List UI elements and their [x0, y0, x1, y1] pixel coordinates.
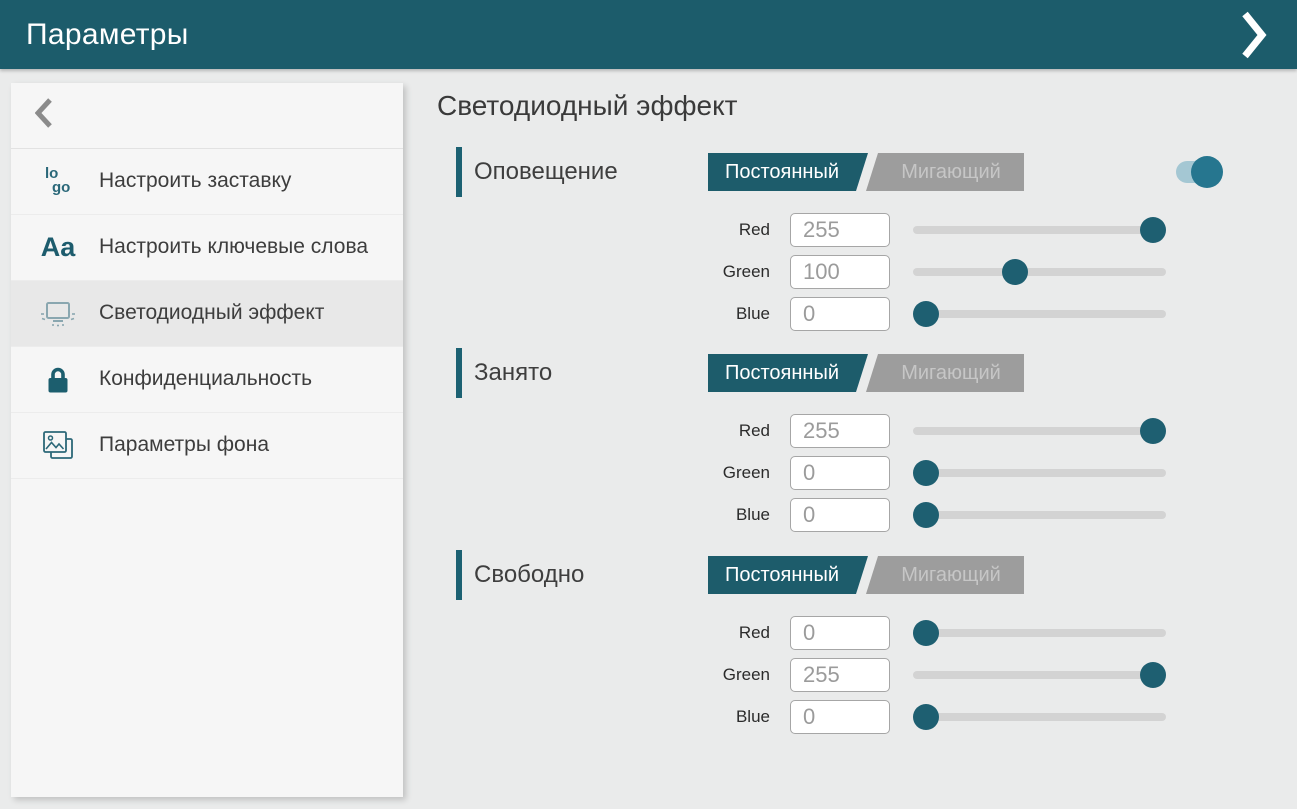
green-value-input[interactable] — [790, 456, 890, 490]
slider-track[interactable] — [913, 310, 1166, 318]
slider-track[interactable] — [913, 469, 1166, 477]
led-effect-icon — [35, 300, 81, 328]
green-slider[interactable] — [913, 255, 1166, 289]
color-row-blue: Blue — [437, 498, 1297, 532]
sidebar-collapse-button[interactable] — [11, 83, 403, 149]
app-title: Параметры — [26, 18, 189, 52]
sidebar-item-screensaver[interactable]: lo go Настроить заставку — [11, 149, 403, 215]
slider-track[interactable] — [913, 713, 1166, 721]
color-label: Red — [437, 220, 790, 240]
slider-thumb[interactable] — [1140, 217, 1166, 243]
led-effect-panel: Светодиодный эффект Оповещение Постоянны… — [437, 90, 1297, 809]
color-label: Red — [437, 421, 790, 441]
slider-track[interactable] — [913, 671, 1166, 679]
red-value-input[interactable] — [790, 616, 890, 650]
sidebar-item-label: Параметры фона — [99, 432, 279, 458]
section-busy: Занято Постоянный Мигающий Red Green — [437, 348, 1297, 540]
section-accent-bar — [456, 550, 462, 600]
settings-sidebar: lo go Настроить заставку Aa Настроить кл… — [11, 83, 403, 797]
sidebar-item-led-effect[interactable]: Светодиодный эффект — [11, 281, 403, 347]
slider-thumb[interactable] — [913, 502, 939, 528]
color-row-red: Red — [437, 616, 1297, 650]
sidebar-item-label: Конфиденциальность — [99, 366, 322, 392]
red-value-input[interactable] — [790, 213, 890, 247]
sidebar-item-background[interactable]: Параметры фона — [11, 413, 403, 479]
slider-track[interactable] — [913, 268, 1166, 276]
slider-track[interactable] — [913, 427, 1166, 435]
mode-option-constant[interactable]: Постоянный — [708, 556, 868, 594]
mode-option-blinking[interactable]: Мигающий — [866, 354, 1024, 392]
color-row-red: Red — [437, 213, 1297, 247]
color-label: Green — [437, 262, 790, 282]
color-row-green: Green — [437, 658, 1297, 692]
sidebar-item-label: Настроить ключевые слова — [99, 234, 378, 260]
sidebar-item-label: Светодиодный эффект — [99, 300, 334, 326]
slider-thumb[interactable] — [913, 704, 939, 730]
mode-option-blinking[interactable]: Мигающий — [866, 556, 1024, 594]
blue-slider[interactable] — [913, 498, 1166, 532]
blue-value-input[interactable] — [790, 297, 890, 331]
background-images-icon — [35, 429, 81, 463]
section-notification: Оповещение Постоянный Мигающий Red Green — [437, 147, 1297, 339]
mode-option-constant[interactable]: Постоянный — [708, 153, 868, 191]
sidebar-item-keywords[interactable]: Aa Настроить ключевые слова — [11, 215, 403, 281]
slider-thumb[interactable] — [913, 460, 939, 486]
mode-segmented-control: Постоянный Мигающий — [708, 153, 1024, 191]
color-row-blue: Blue — [437, 297, 1297, 331]
slider-track[interactable] — [913, 629, 1166, 637]
page-title: Светодиодный эффект — [437, 90, 1297, 122]
section-title: Занято — [474, 359, 552, 387]
color-label: Red — [437, 623, 790, 643]
color-label: Blue — [437, 304, 790, 324]
blue-value-input[interactable] — [790, 700, 890, 734]
section-accent-bar — [456, 147, 462, 197]
section-free: Свободно Постоянный Мигающий Red Green — [437, 550, 1297, 742]
green-value-input[interactable] — [790, 658, 890, 692]
slider-thumb[interactable] — [913, 620, 939, 646]
lock-icon — [35, 365, 81, 395]
top-app-bar: Параметры — [0, 0, 1297, 69]
blue-slider[interactable] — [913, 297, 1166, 331]
mode-segmented-control: Постоянный Мигающий — [708, 556, 1024, 594]
chevron-left-icon — [35, 98, 53, 133]
color-label: Green — [437, 463, 790, 483]
blue-slider[interactable] — [913, 700, 1166, 734]
mode-option-blinking[interactable]: Мигающий — [866, 153, 1024, 191]
color-row-green: Green — [437, 255, 1297, 289]
logo-icon: lo go — [35, 164, 81, 200]
slider-thumb[interactable] — [1002, 259, 1028, 285]
red-slider[interactable] — [913, 616, 1166, 650]
red-slider[interactable] — [913, 213, 1166, 247]
color-label: Green — [437, 665, 790, 685]
green-slider[interactable] — [913, 456, 1166, 490]
section-title: Оповещение — [474, 158, 618, 186]
slider-thumb[interactable] — [1140, 662, 1166, 688]
sidebar-item-privacy[interactable]: Конфиденциальность — [11, 347, 403, 413]
slider-thumb[interactable] — [1140, 418, 1166, 444]
slider-thumb[interactable] — [913, 301, 939, 327]
section-title: Свободно — [474, 561, 584, 589]
switch-knob — [1191, 156, 1223, 188]
notification-toggle-switch[interactable] — [1176, 161, 1218, 183]
keywords-icon: Aa — [35, 232, 81, 263]
sidebar-item-label: Настроить заставку — [99, 168, 301, 194]
blue-value-input[interactable] — [790, 498, 890, 532]
mode-segmented-control: Постоянный Мигающий — [708, 354, 1024, 392]
color-label: Blue — [437, 505, 790, 525]
color-row-red: Red — [437, 414, 1297, 448]
color-label: Blue — [437, 707, 790, 727]
chevron-right-icon[interactable] — [1237, 11, 1271, 59]
section-accent-bar — [456, 348, 462, 398]
slider-track[interactable] — [913, 511, 1166, 519]
green-value-input[interactable] — [790, 255, 890, 289]
red-value-input[interactable] — [790, 414, 890, 448]
red-slider[interactable] — [913, 414, 1166, 448]
slider-track[interactable] — [913, 226, 1166, 234]
color-row-blue: Blue — [437, 700, 1297, 734]
mode-option-constant[interactable]: Постоянный — [708, 354, 868, 392]
green-slider[interactable] — [913, 658, 1166, 692]
color-row-green: Green — [437, 456, 1297, 490]
